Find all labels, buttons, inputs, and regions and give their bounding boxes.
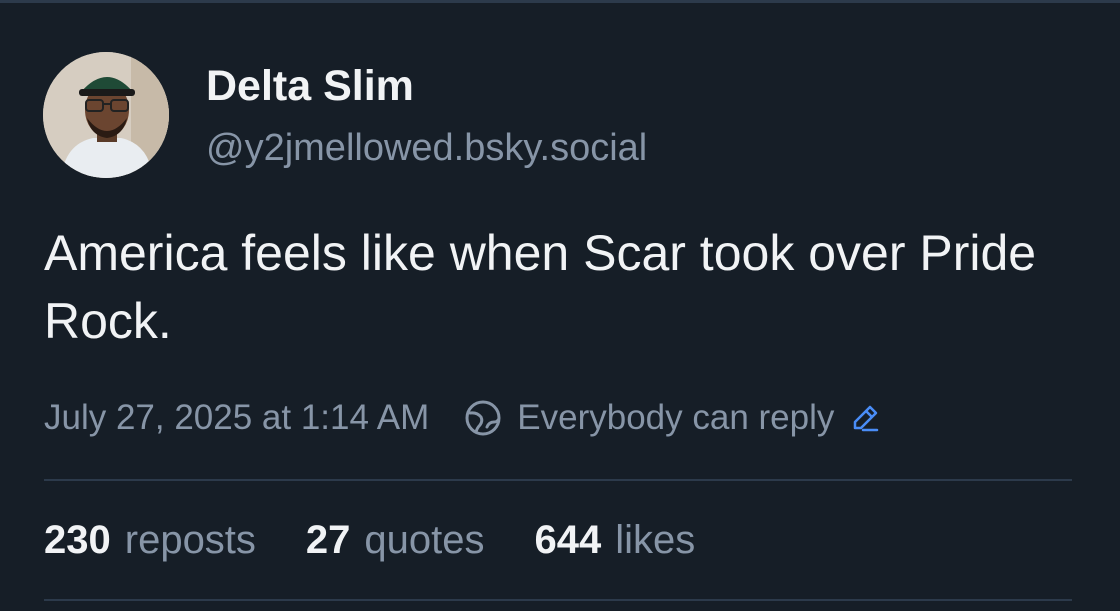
- likes-stat[interactable]: 644 likes: [535, 518, 696, 563]
- post-timestamp: July 27, 2025 at 1:14 AM: [44, 398, 430, 437]
- reposts-label: reposts: [124, 517, 256, 562]
- author-display-name[interactable]: Delta Slim: [206, 60, 414, 112]
- author-handle[interactable]: @y2jmellowed.bsky.social: [206, 124, 647, 172]
- globe-icon[interactable]: [461, 396, 505, 440]
- avatar[interactable]: [43, 52, 169, 178]
- quotes-stat[interactable]: 27 quotes: [306, 518, 485, 563]
- quotes-label: quotes: [364, 517, 485, 562]
- post-text: America feels like when Scar took over P…: [44, 225, 1037, 349]
- quotes-count: 27: [305, 517, 351, 562]
- divider: [44, 599, 1072, 601]
- likes-count: 644: [534, 517, 602, 562]
- post-meta-row: July 27, 2025 at 1:14 AM Everybody can r…: [44, 391, 882, 445]
- reply-setting[interactable]: Everybody can reply: [517, 398, 834, 438]
- likes-label: likes: [615, 517, 696, 562]
- post-stats-row: 230 reposts 27 quotes 644 likes: [44, 512, 745, 568]
- pencil-icon[interactable]: [848, 401, 882, 435]
- reposts-count: 230: [44, 517, 111, 562]
- top-divider: [0, 0, 1120, 3]
- divider: [44, 479, 1072, 481]
- reposts-stat[interactable]: 230 reposts: [44, 518, 256, 563]
